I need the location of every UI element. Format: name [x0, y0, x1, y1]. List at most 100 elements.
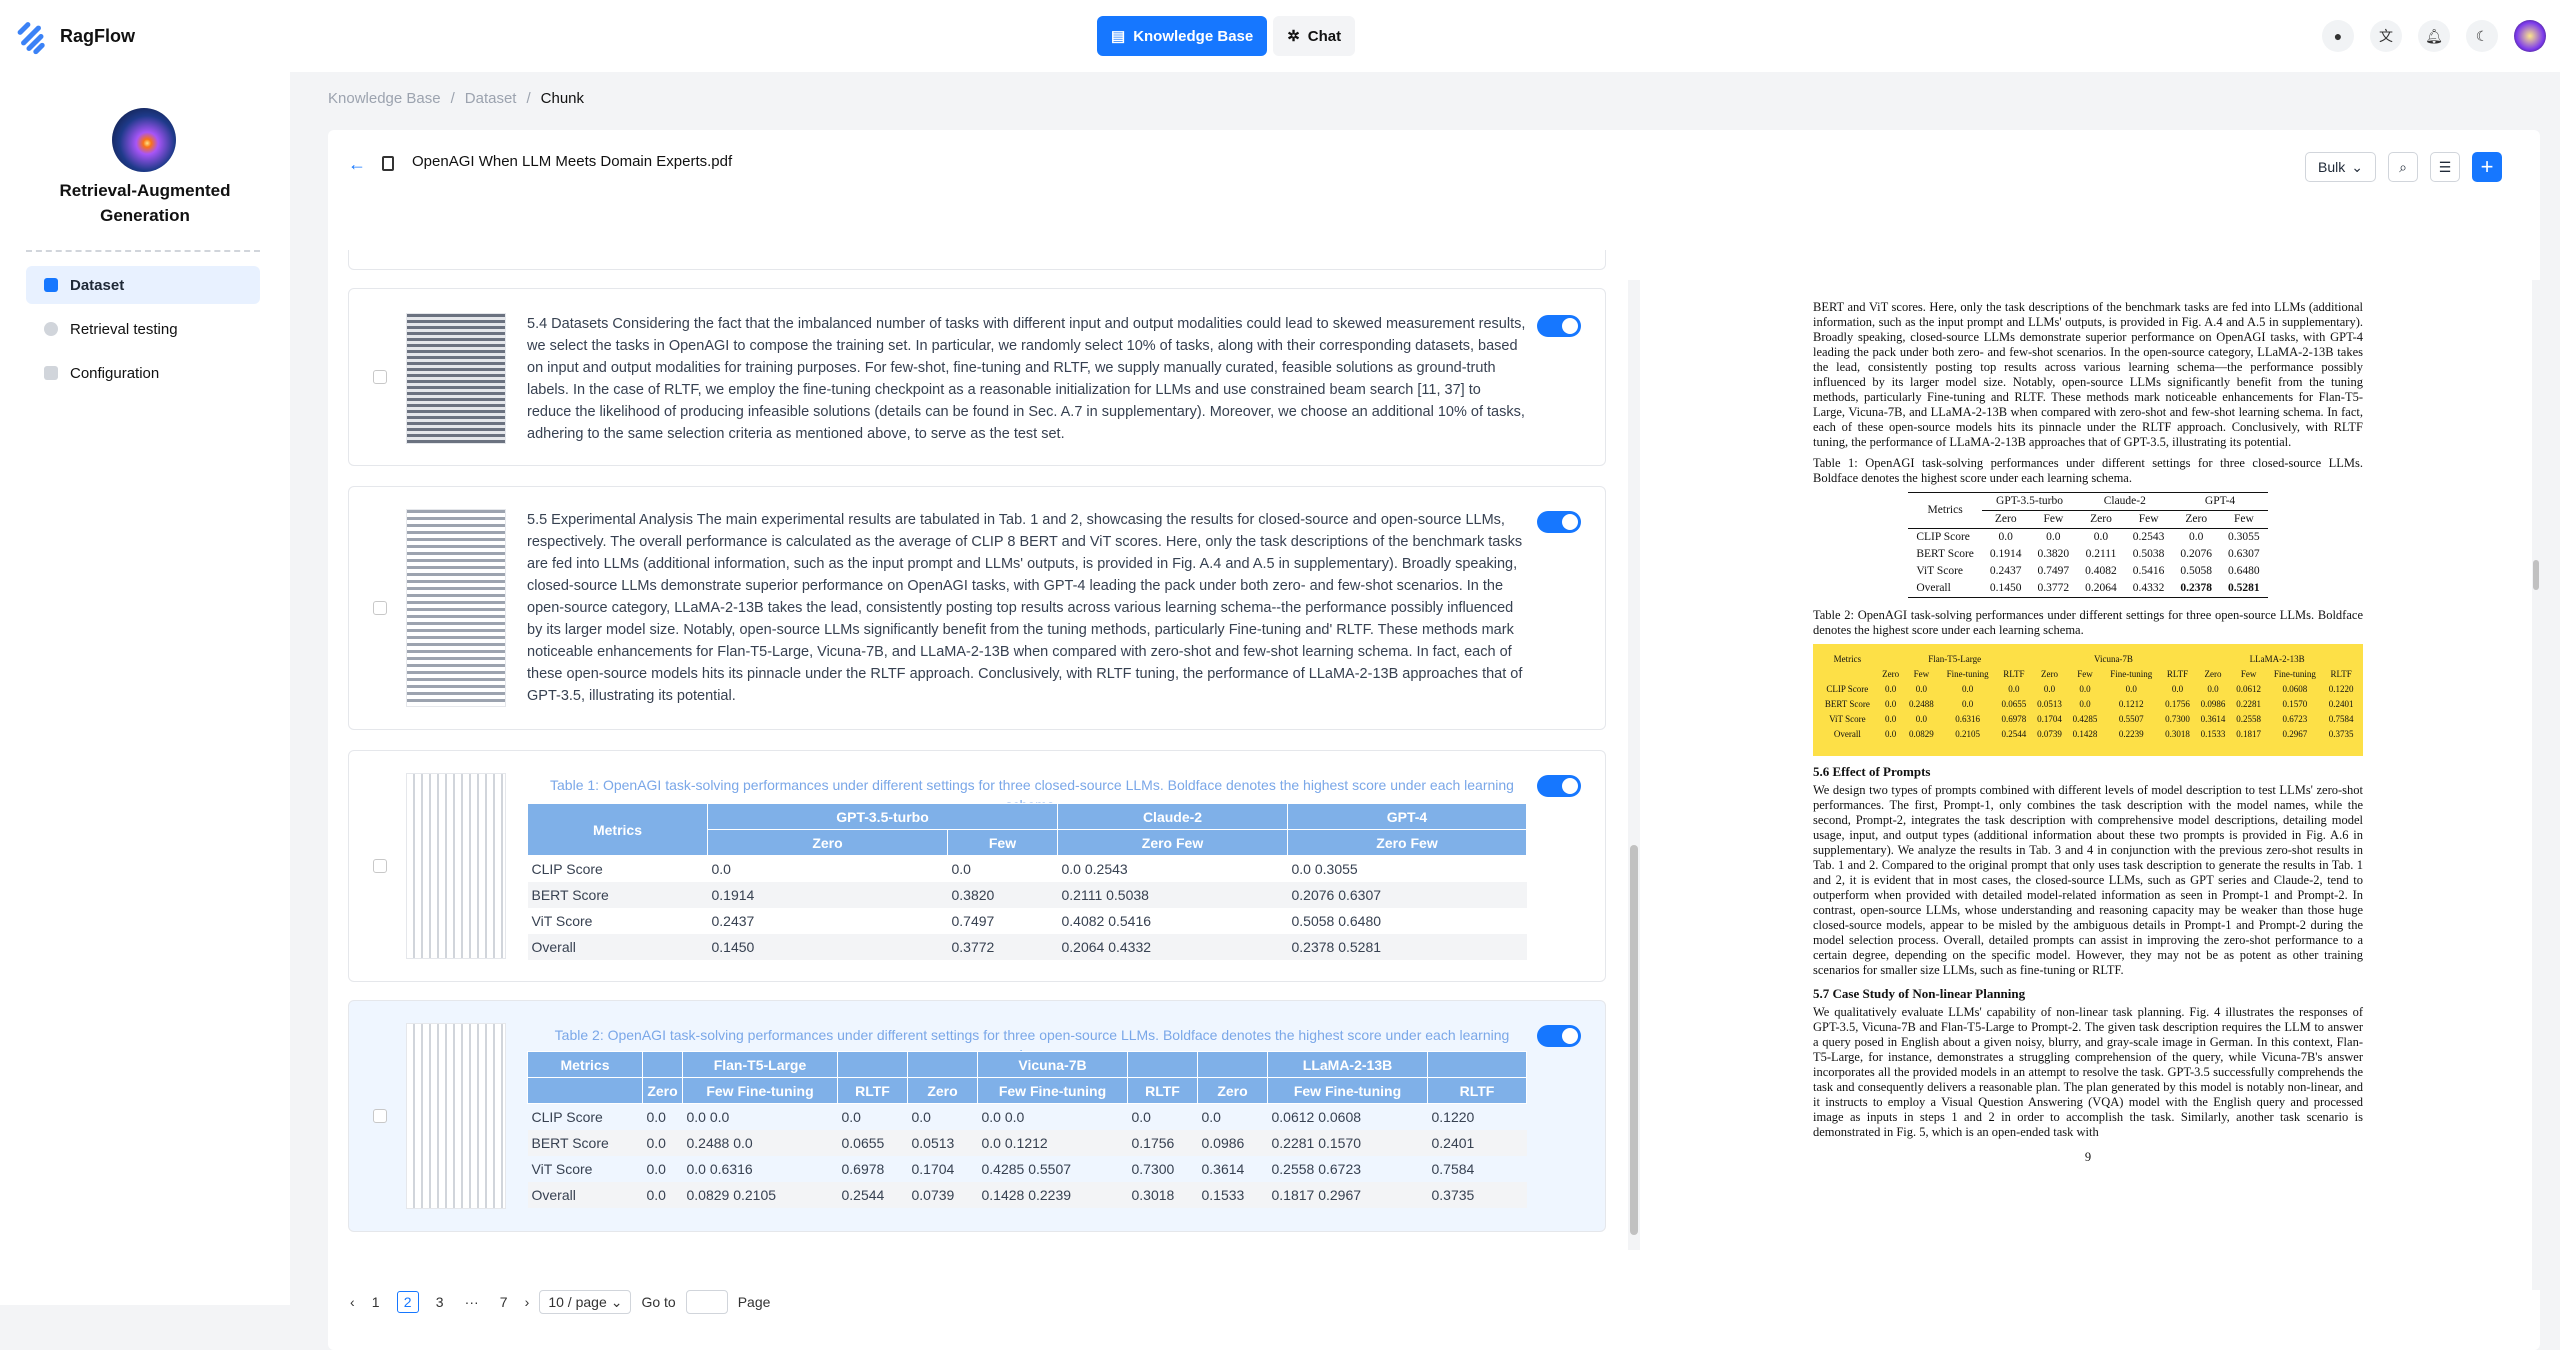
- chunk-thumbnail: [406, 1023, 506, 1209]
- config-icon: [44, 366, 58, 380]
- github-icon[interactable]: ●: [2322, 20, 2354, 52]
- goto-label: Go to: [641, 1294, 676, 1310]
- page-ellipsis[interactable]: ···: [461, 1291, 483, 1313]
- sidebar-item-configuration[interactable]: Configuration: [26, 354, 260, 392]
- pdf-table-2-highlight: Metrics Flan-T5-Large Vicuna-7B LLaMA-2-13B…: [1813, 644, 2363, 756]
- breadcrumb-chunk: Chunk: [540, 90, 584, 107]
- pdf-page-number: 9: [2084, 1150, 2092, 1164]
- chunk-thumbnail: [406, 773, 506, 959]
- pdf-section-heading: 5.7 Case Study of Non-linear Planning: [1813, 986, 2026, 1001]
- pagination: ‹ 1 2 3 ··· 7 › 10 / page ⌄ Go to Page: [350, 1290, 770, 1314]
- chunk-table-2: Metrics Flan-T5-Large Vicuna-7B LLaMA-2-…: [527, 1051, 1527, 1208]
- table-header: Few: [947, 829, 1058, 856]
- table-header: Claude-2: [1057, 803, 1288, 830]
- chunk-card-selected[interactable]: Table 2: OpenAGI task-solving performanc…: [348, 1000, 1606, 1232]
- page-3[interactable]: 3: [429, 1291, 451, 1313]
- back-arrow-icon[interactable]: ←: [348, 154, 366, 175]
- pdf-section-heading: 5.6 Effect of Prompts: [1813, 764, 1931, 779]
- page-1[interactable]: 1: [365, 1291, 387, 1313]
- knowledge-base-tab[interactable]: ▤ Knowledge Base: [1097, 16, 1268, 56]
- breadcrumb-dataset[interactable]: Dataset: [465, 90, 517, 107]
- table-row: Overall 0.1450 0.3772 0.2064 0.4332 0.2378 0…: [527, 933, 1527, 960]
- filter-icon: ☰: [2438, 158, 2452, 175]
- sidebar-item-label: Dataset: [70, 276, 125, 294]
- breadcrumb: Knowledge Base / Dataset / Chunk: [328, 90, 584, 107]
- chevron-down-icon: ⌄: [2351, 158, 2363, 175]
- sidebar-item-label: Configuration: [70, 364, 160, 382]
- app-logo[interactable]: RagFlow: [14, 18, 135, 56]
- bell-icon[interactable]: 🔔︎: [2418, 20, 2450, 52]
- pdf-paragraph: BERT and ViT scores. Here, only the task…: [1813, 300, 2363, 449]
- sidebar-item-retrieval-testing[interactable]: Retrieval testing: [26, 310, 260, 348]
- pdf-paragraph: We qualitatively evaluate LLMs' capabili…: [1813, 1005, 2363, 1139]
- chunk-enable-toggle[interactable]: [1537, 315, 1581, 337]
- add-chunk-button[interactable]: +: [2472, 152, 2502, 182]
- sidebar-item-dataset[interactable]: Dataset: [26, 266, 260, 304]
- goto-page-input[interactable]: [685, 1290, 728, 1314]
- chat-icon: ✲: [1287, 28, 1300, 45]
- chunk-enable-toggle[interactable]: [1537, 511, 1581, 533]
- pdf-scrollbar[interactable]: [2532, 280, 2540, 1290]
- pdf-paragraph: We design two types of prompts combined …: [1813, 783, 2363, 977]
- chat-tab[interactable]: ✲ Chat: [1273, 16, 1356, 56]
- table-header: GPT-3.5-turbo: [707, 803, 1058, 830]
- next-page-icon[interactable]: ›: [525, 1294, 530, 1310]
- page-size-select[interactable]: 10 / page ⌄: [539, 1290, 632, 1314]
- moon-icon[interactable]: ☾: [2466, 20, 2498, 52]
- table-header: Zero: [707, 829, 948, 856]
- chunk-panel: ← OpenAGI When LLM Meets Domain Experts.…: [328, 130, 2540, 1350]
- pdf-table1-caption: Table 1: OpenAGI task-solving performanc…: [1813, 456, 2363, 485]
- chunk-checkbox[interactable]: [373, 1109, 387, 1123]
- pdf-table-1: Metrics GPT-3.5-turbo Claude-2 GPT-4 Zero Fe…: [1908, 492, 2268, 598]
- top-bar: RagFlow ▤ Knowledge Base ✲ Chat ● 文 🔔︎ ☾: [0, 0, 2560, 72]
- table-header: Metrics: [527, 803, 708, 856]
- prev-page-icon[interactable]: ‹: [350, 1294, 355, 1310]
- user-avatar[interactable]: [2514, 20, 2546, 52]
- breadcrumb-knowledge-base[interactable]: Knowledge Base: [328, 90, 441, 107]
- chunk-checkbox[interactable]: [373, 859, 387, 873]
- chunk-thumbnail: [406, 509, 506, 707]
- top-nav: ▤ Knowledge Base ✲ Chat: [1097, 16, 1356, 56]
- plus-icon: +: [2480, 154, 2494, 179]
- bulk-label: Bulk: [2318, 159, 2346, 175]
- chunk-card[interactable]: 5.5 Experimental Analysis The main exper…: [348, 486, 1606, 730]
- chat-label: Chat: [1307, 27, 1342, 45]
- chunk-card-partial: [348, 250, 1606, 270]
- table-row: ViT Score 0.0 0.0 0.6316 0.6978 0.1704 0.4285…: [531, 1160, 1475, 1177]
- search-icon: ⌕: [2399, 158, 2407, 175]
- table-header: GPT-4: [1287, 803, 1527, 830]
- chevron-down-icon: ⌄: [610, 1293, 623, 1310]
- pdf-table2-caption: Table 2: OpenAGI task-solving performanc…: [1813, 608, 2363, 637]
- table-row: BERT Score 0.0 0.2488 0.0 0.0655 0.0513 0.0 0…: [527, 1129, 1527, 1156]
- chunk-card[interactable]: 5.4 Datasets Considering the fact that t…: [348, 288, 1606, 466]
- language-icon[interactable]: 文: [2370, 20, 2402, 52]
- chunk-text[interactable]: 5.4 Datasets Considering the fact that t…: [527, 313, 1527, 445]
- table-row: Overall 0.0 0.0829 0.2105 0.2544 0.0739 0.142…: [527, 1181, 1527, 1208]
- chunk-checkbox[interactable]: [373, 601, 387, 615]
- chunk-list-scrollbar[interactable]: [1628, 280, 1640, 1250]
- table-row: CLIP Score 0.0 0.0 0.0 0.2543 0.0 0.3055: [531, 860, 1358, 877]
- page-7[interactable]: 7: [493, 1291, 515, 1313]
- database-icon: ▤: [1111, 28, 1126, 45]
- sidebar-divider: [26, 250, 260, 252]
- table-header: Zero Few: [1057, 829, 1288, 856]
- chunk-card[interactable]: Table 1: OpenAGI task-solving performanc…: [348, 750, 1606, 982]
- search-button[interactable]: ⌕: [2388, 152, 2418, 182]
- sidebar-item-label: Retrieval testing: [70, 320, 178, 338]
- chunk-thumbnail: [406, 313, 506, 444]
- page-size-value: 10 / page: [548, 1294, 607, 1310]
- chunk-enable-toggle[interactable]: [1537, 1025, 1581, 1047]
- table-row: ViT Score 0.2437 0.7497 0.4082 0.5416 0.5058…: [531, 912, 1382, 929]
- page-label: Page: [737, 1294, 771, 1310]
- pdf-preview[interactable]: BERT and ViT scores. Here, only the task…: [1668, 280, 2524, 1290]
- chunk-enable-toggle[interactable]: [1537, 775, 1581, 797]
- top-icons: ● 文 🔔︎ ☾: [2322, 20, 2546, 52]
- table-row: BERT Score 0.1914 0.3820 0.2111 0.5038 0.207…: [527, 881, 1527, 908]
- filter-button[interactable]: ☰: [2430, 152, 2460, 182]
- bulk-dropdown[interactable]: Bulk ⌄: [2305, 152, 2376, 182]
- page-2[interactable]: 2: [396, 1291, 419, 1313]
- chunk-text[interactable]: 5.5 Experimental Analysis The main exper…: [527, 509, 1527, 707]
- kb-avatar: [112, 108, 176, 172]
- pdf-table-2: Metrics Flan-T5-Large Vicuna-7B LLaMA-2-13B…: [1824, 654, 2354, 739]
- chunk-checkbox[interactable]: [373, 370, 387, 384]
